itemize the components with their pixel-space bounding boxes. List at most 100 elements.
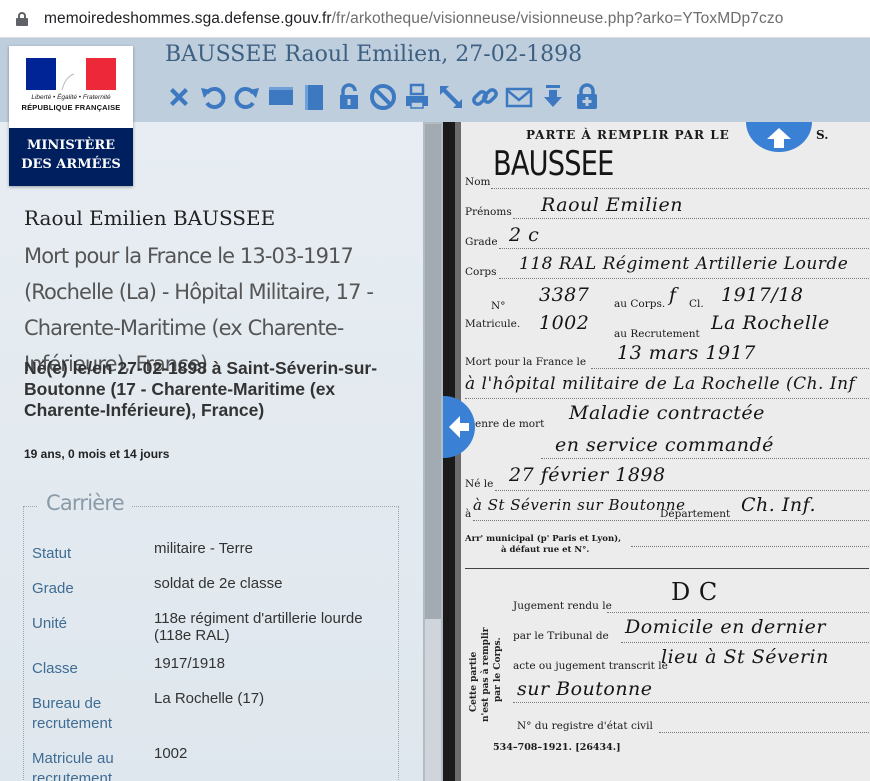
line <box>607 612 869 613</box>
label-arr-2: à défaut rue et N°. <box>501 545 590 555</box>
label-registre: N° du registre d'état civil <box>517 720 653 732</box>
hw-acte: lieu à St Séverin <box>661 646 829 668</box>
panel-scrollbar[interactable] <box>423 122 443 781</box>
lock-icon[interactable] <box>16 11 28 26</box>
line <box>499 248 869 249</box>
add-lock-icon[interactable] <box>570 80 604 114</box>
label-matricule: Matricule. <box>465 318 521 330</box>
career-legend: Carrière <box>38 491 132 515</box>
scrollbar-thumb[interactable] <box>425 124 441 619</box>
career-fieldset: Carrière Statut militaire - Terre Grade … <box>23 491 399 781</box>
record-details-panel[interactable]: Raoul Emilien BAUSSEE Mort pour la Franc… <box>0 122 423 781</box>
label-acte: acte ou jugement transcrit le <box>513 660 668 672</box>
hw-prenoms: Raoul Emilien <box>541 194 683 216</box>
line <box>513 702 869 703</box>
label-grade: Grade <box>465 236 498 248</box>
hw-tribunal: Domicile en dernier <box>625 616 826 638</box>
hw-ne-a: à St Séverin sur Boutonne <box>473 496 686 514</box>
card-header-end: S. <box>816 128 829 142</box>
ministry-logo[interactable]: Liberté • Égalité • Fraternité RÉPUBLIQU… <box>9 46 133 186</box>
hw-no-corps: 3387 <box>539 284 590 306</box>
document-viewer[interactable]: PARTE À REMPLIR PAR LE S. Nom BAUSSEE Pr… <box>443 122 870 781</box>
label-cl: Cl. <box>689 298 704 310</box>
url-text[interactable]: memoiredeshommes.sga.defense.gouv.fr/fr/… <box>44 10 783 28</box>
marianne-flag <box>26 58 116 90</box>
career-value: soldat de 2e classe <box>154 575 283 592</box>
career-label: Classe <box>32 660 78 677</box>
fit-width-icon[interactable] <box>264 80 298 114</box>
label-a: à <box>465 508 472 520</box>
career-value: 1002 <box>154 745 188 762</box>
scrollbar-track[interactable] <box>425 619 441 781</box>
person-name: Raoul Emilien BAUSSEE <box>24 206 276 230</box>
scanned-document[interactable]: PARTE À REMPLIR PAR LE S. Nom BAUSSEE Pr… <box>443 122 870 781</box>
ministry-line-1: MINISTÈRE <box>26 138 116 153</box>
label-departement: Département <box>660 508 731 520</box>
label-au-corps: au Corps. <box>614 298 666 310</box>
career-label: Bureau de recrutement <box>32 695 113 732</box>
label-mort-pour: Mort pour la France le <box>465 356 587 368</box>
card-footer: 534–708–1921. [26434.] <box>493 742 621 753</box>
print-icon[interactable] <box>400 80 434 114</box>
line <box>491 188 869 189</box>
vertical-note-3: par le Corps. <box>493 637 503 702</box>
hw-corps: 118 RAL Régiment Artillerie Lourde <box>519 254 849 274</box>
line <box>495 490 869 491</box>
label-genre: enre de mort <box>475 418 545 430</box>
label-arr: Arr' municipal (p' Paris et Lyon), <box>465 534 622 544</box>
close-icon[interactable] <box>162 80 196 114</box>
label-jugement: Jugement rendu le <box>513 600 612 612</box>
mail-icon[interactable] <box>502 80 536 114</box>
career-label: Grade <box>32 580 74 597</box>
label-corps: Corps <box>465 266 497 278</box>
line <box>541 458 869 459</box>
line <box>473 520 869 521</box>
republic-name: RÉPUBLIQUE FRANÇAISE <box>21 103 121 112</box>
hw-recrutement: La Rochelle <box>711 312 830 334</box>
fullscreen-icon[interactable] <box>434 80 468 114</box>
line <box>631 546 869 547</box>
hw-ne-le: 27 février 1898 <box>509 464 666 486</box>
label-tribunal: par le Tribunal de <box>513 630 609 642</box>
rotate-right-icon[interactable] <box>230 80 264 114</box>
line <box>499 278 869 279</box>
career-label: Statut <box>32 545 72 562</box>
line <box>591 368 869 369</box>
arrow-up-icon <box>767 128 791 148</box>
label-nom: Nom <box>465 176 491 188</box>
link-icon[interactable] <box>468 80 502 114</box>
url-path: /fr/arkotheque/visionneuse/visionneuse.p… <box>331 9 784 27</box>
career-value: 118e régiment d'artillerie lourde (118e … <box>154 610 363 644</box>
ministry-line-2: DES ARMÉES <box>21 157 121 172</box>
document-title: BAUSSEE Raoul Emilien, 27-02-1898 <box>165 42 583 67</box>
hw-grade: 2 c <box>509 224 540 246</box>
hw-genre-1: Maladie contractée <box>569 402 765 424</box>
hw-cl-text: f <box>669 284 677 306</box>
card-header: PARTE À REMPLIR PAR LE <box>526 128 730 142</box>
rotate-left-icon[interactable] <box>196 80 230 114</box>
download-icon[interactable] <box>536 80 570 114</box>
viewer-page: memoiredeshommes.sga.defense.gouv.fr/fr/… <box>0 0 870 781</box>
separator <box>465 568 869 569</box>
hw-dept: Ch. Inf. <box>741 494 816 516</box>
career-label: Unité <box>32 615 68 632</box>
label-au-recrutement: au Recrutement <box>614 328 700 340</box>
hw-mort-le: 13 mars 1917 <box>617 342 756 364</box>
hw-lieu: à l'hôpital militaire de La Rochelle (Ch… <box>465 374 856 394</box>
browser-address-bar[interactable]: memoiredeshommes.sga.defense.gouv.fr/fr/… <box>0 0 870 38</box>
career-value: 1917/1918 <box>154 655 225 672</box>
label-prenoms: Prénoms <box>465 206 512 218</box>
unlock-icon[interactable] <box>332 80 366 114</box>
viewer-toolbar <box>162 80 604 114</box>
line <box>465 398 869 399</box>
line <box>621 642 869 643</box>
label-no: N° <box>491 300 506 312</box>
hw-acte-2: sur Boutonne <box>517 678 653 700</box>
no-entry-icon[interactable] <box>366 80 400 114</box>
career-label: Matricule au recrutement <box>32 750 114 781</box>
republic-motto: Liberté • Égalité • Fraternité <box>31 94 111 101</box>
label-ne-le: Né le <box>465 478 494 490</box>
fit-height-icon[interactable] <box>298 80 332 114</box>
career-value: La Rochelle (17) <box>154 690 265 707</box>
hw-no-recrutement: 1002 <box>539 312 590 334</box>
